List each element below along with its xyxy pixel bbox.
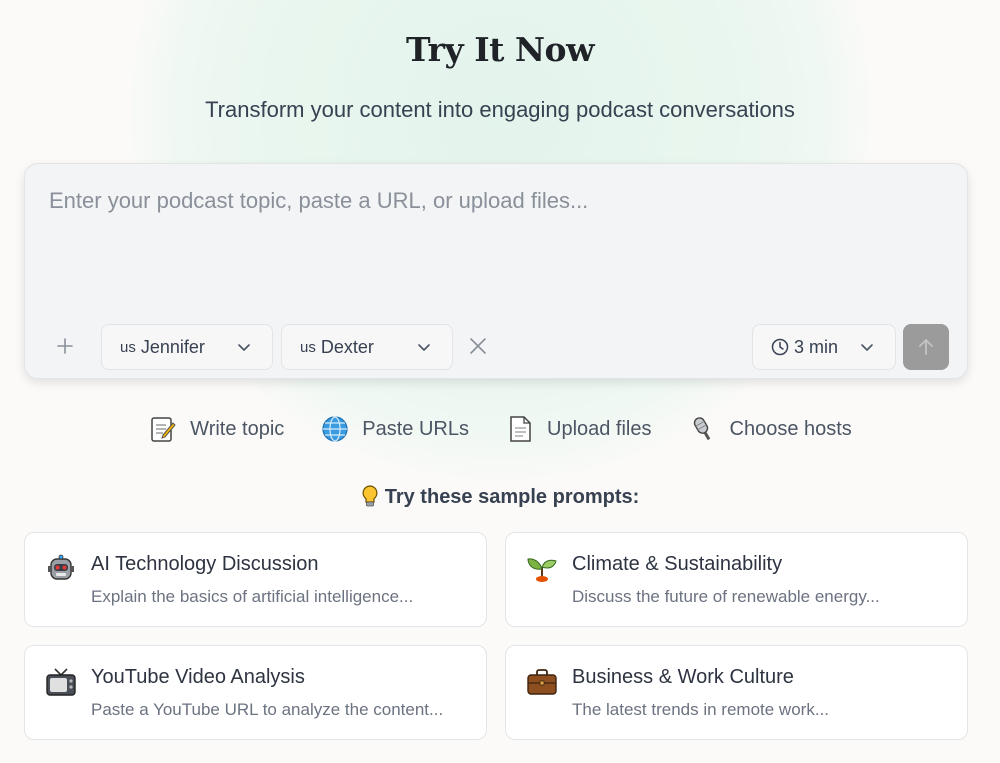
television-icon bbox=[46, 668, 76, 696]
choose-hosts-option[interactable]: Choose hosts bbox=[688, 414, 852, 444]
chevron-down-icon bbox=[861, 344, 873, 351]
chevron-down-icon bbox=[238, 344, 250, 351]
card-description: The latest trends in remote work... bbox=[572, 700, 829, 719]
globe-icon bbox=[322, 416, 348, 442]
document-icon bbox=[510, 416, 531, 442]
clock-icon bbox=[771, 338, 789, 356]
briefcase-icon bbox=[527, 669, 557, 695]
host-select-2[interactable]: us Dexter bbox=[281, 324, 453, 370]
duration-value: 3 min bbox=[794, 336, 839, 357]
arrow-up-icon bbox=[919, 339, 933, 355]
memo-icon bbox=[151, 417, 176, 442]
host-name: Jennifer bbox=[140, 336, 205, 357]
add-attachment-button[interactable] bbox=[52, 330, 78, 362]
chevron-down-icon bbox=[418, 344, 430, 351]
microphone-icon bbox=[693, 417, 710, 441]
action-label: Write topic bbox=[190, 417, 285, 440]
write-topic-option[interactable]: Write topic bbox=[148, 414, 284, 444]
card-title: YouTube Video Analysis bbox=[91, 666, 305, 688]
send-button[interactable] bbox=[903, 324, 949, 370]
page-subtitle: Transform your content into engaging pod… bbox=[205, 97, 795, 122]
card-title: Business & Work Culture bbox=[572, 666, 794, 688]
robot-icon bbox=[48, 554, 74, 580]
sample-prompt-card[interactable]: AI Technology Discussion Explain the bas… bbox=[24, 532, 487, 627]
card-title: Climate & Sustainability bbox=[572, 553, 783, 575]
input-options: Write topic Paste URLs Upload files Choo… bbox=[0, 414, 1000, 444]
host-flag: us bbox=[120, 338, 136, 356]
try-it-now-section: Try It Now Transform your content into e… bbox=[0, 0, 1000, 763]
card-description: Explain the basics of artificial intelli… bbox=[91, 587, 414, 606]
card-description: Discuss the future of renewable energy..… bbox=[572, 587, 880, 606]
clear-hosts-button[interactable] bbox=[467, 334, 489, 358]
upload-files-option[interactable]: Upload files bbox=[505, 414, 652, 444]
sample-prompt-card[interactable]: Climate & Sustainability Discuss the fut… bbox=[505, 532, 968, 627]
sample-prompts-label: Try these sample prompts: bbox=[384, 485, 640, 508]
paste-urls-option[interactable]: Paste URLs bbox=[320, 414, 469, 444]
host-flag: us bbox=[300, 338, 316, 356]
seedling-icon bbox=[527, 558, 557, 582]
page-title: Try It Now bbox=[406, 30, 594, 69]
duration-select[interactable]: 3 min bbox=[752, 324, 896, 370]
card-description: Paste a YouTube URL to analyze the conte… bbox=[91, 700, 444, 719]
plus-icon bbox=[57, 338, 73, 354]
topic-input[interactable] bbox=[49, 188, 949, 288]
host-name: Dexter bbox=[320, 336, 374, 357]
card-title: AI Technology Discussion bbox=[91, 553, 319, 575]
sample-prompt-card[interactable]: YouTube Video Analysis Paste a YouTube U… bbox=[24, 645, 487, 740]
action-label: Upload files bbox=[547, 417, 652, 440]
sample-prompts-heading: Try these sample prompts: bbox=[0, 485, 1000, 509]
close-icon bbox=[470, 338, 486, 354]
light-bulb-icon bbox=[362, 485, 378, 507]
host-select-1[interactable]: us Jennifer bbox=[101, 324, 273, 370]
sample-prompt-card[interactable]: Business & Work Culture The latest trend… bbox=[505, 645, 968, 740]
action-label: Choose hosts bbox=[729, 417, 852, 440]
action-label: Paste URLs bbox=[362, 417, 469, 440]
